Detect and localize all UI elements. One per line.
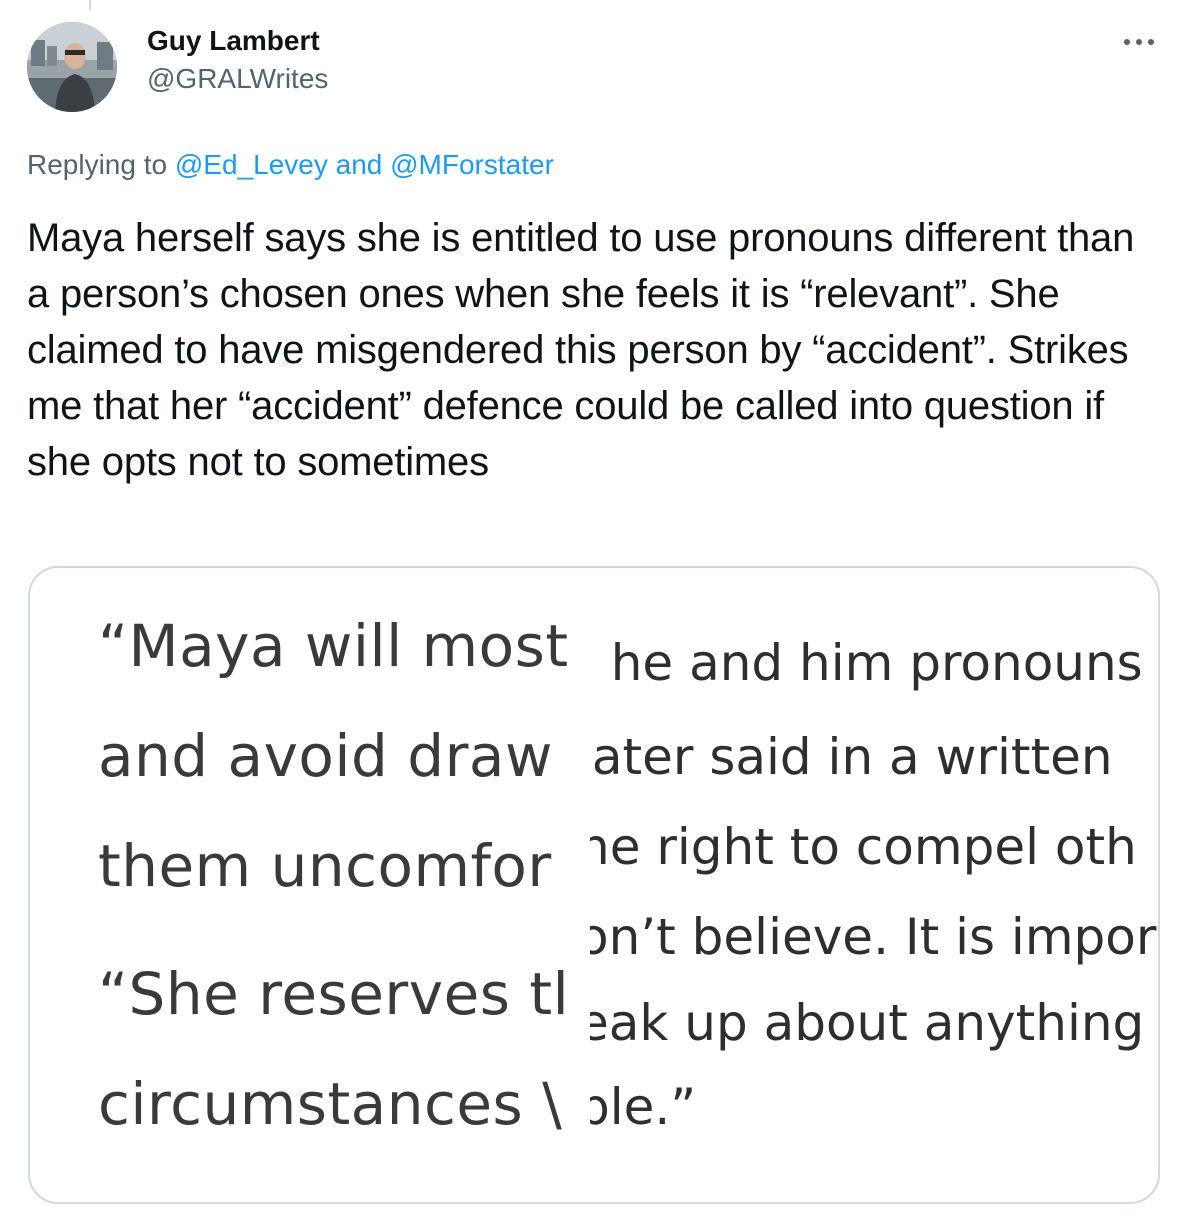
more-dot <box>1124 39 1130 45</box>
mention-ed-levey[interactable]: @Ed_Levey <box>175 149 328 180</box>
image-text-line: and avoid draw <box>98 722 553 790</box>
image-text-line: he right to compel oth <box>590 818 1137 876</box>
image-text-line: iater said in a written <box>590 728 1113 786</box>
image-right-fragment: : he and him pronouns iater said in a wr… <box>590 612 1158 1172</box>
more-horizontal-icon[interactable] <box>1121 28 1157 56</box>
more-dot <box>1136 39 1142 45</box>
image-text-line: eak up about anything <box>590 994 1145 1052</box>
replying-prefix: Replying to <box>27 149 168 180</box>
image-text-line: : he and him pronouns <box>590 634 1143 692</box>
image-text-line: “Maya will most <box>98 612 569 680</box>
image-text-line: circumstances \ <box>98 1070 563 1138</box>
image-text-line: ble.” <box>590 1078 697 1136</box>
avatar[interactable] <box>27 22 117 112</box>
author-display-name[interactable]: Guy Lambert <box>147 22 328 60</box>
image-left-fragment: “Maya will most and avoid draw them unco… <box>98 612 590 1172</box>
image-text-line: them uncomfor <box>98 832 552 900</box>
mention-mforstater[interactable]: @MForstater <box>390 149 554 180</box>
tweet-image[interactable]: “Maya will most and avoid draw them unco… <box>28 566 1160 1204</box>
more-dot <box>1148 39 1154 45</box>
replying-conjunction[interactable]: and <box>336 149 383 180</box>
author-handle[interactable]: @GRALWrites <box>147 60 328 98</box>
avatar-photo <box>27 22 117 112</box>
replying-to-line: Replying to @Ed_Levey and @MForstater <box>27 146 554 184</box>
thread-connector-line <box>89 0 91 10</box>
author-block: Guy Lambert @GRALWrites <box>147 22 328 98</box>
image-text-line: “She reserves tl <box>98 960 570 1028</box>
tweet-header: Guy Lambert @GRALWrites <box>27 22 1157 112</box>
tweet-text: Maya herself says she is entitled to use… <box>27 216 1135 484</box>
image-text-line: on’t believe. It is impor <box>590 908 1157 966</box>
